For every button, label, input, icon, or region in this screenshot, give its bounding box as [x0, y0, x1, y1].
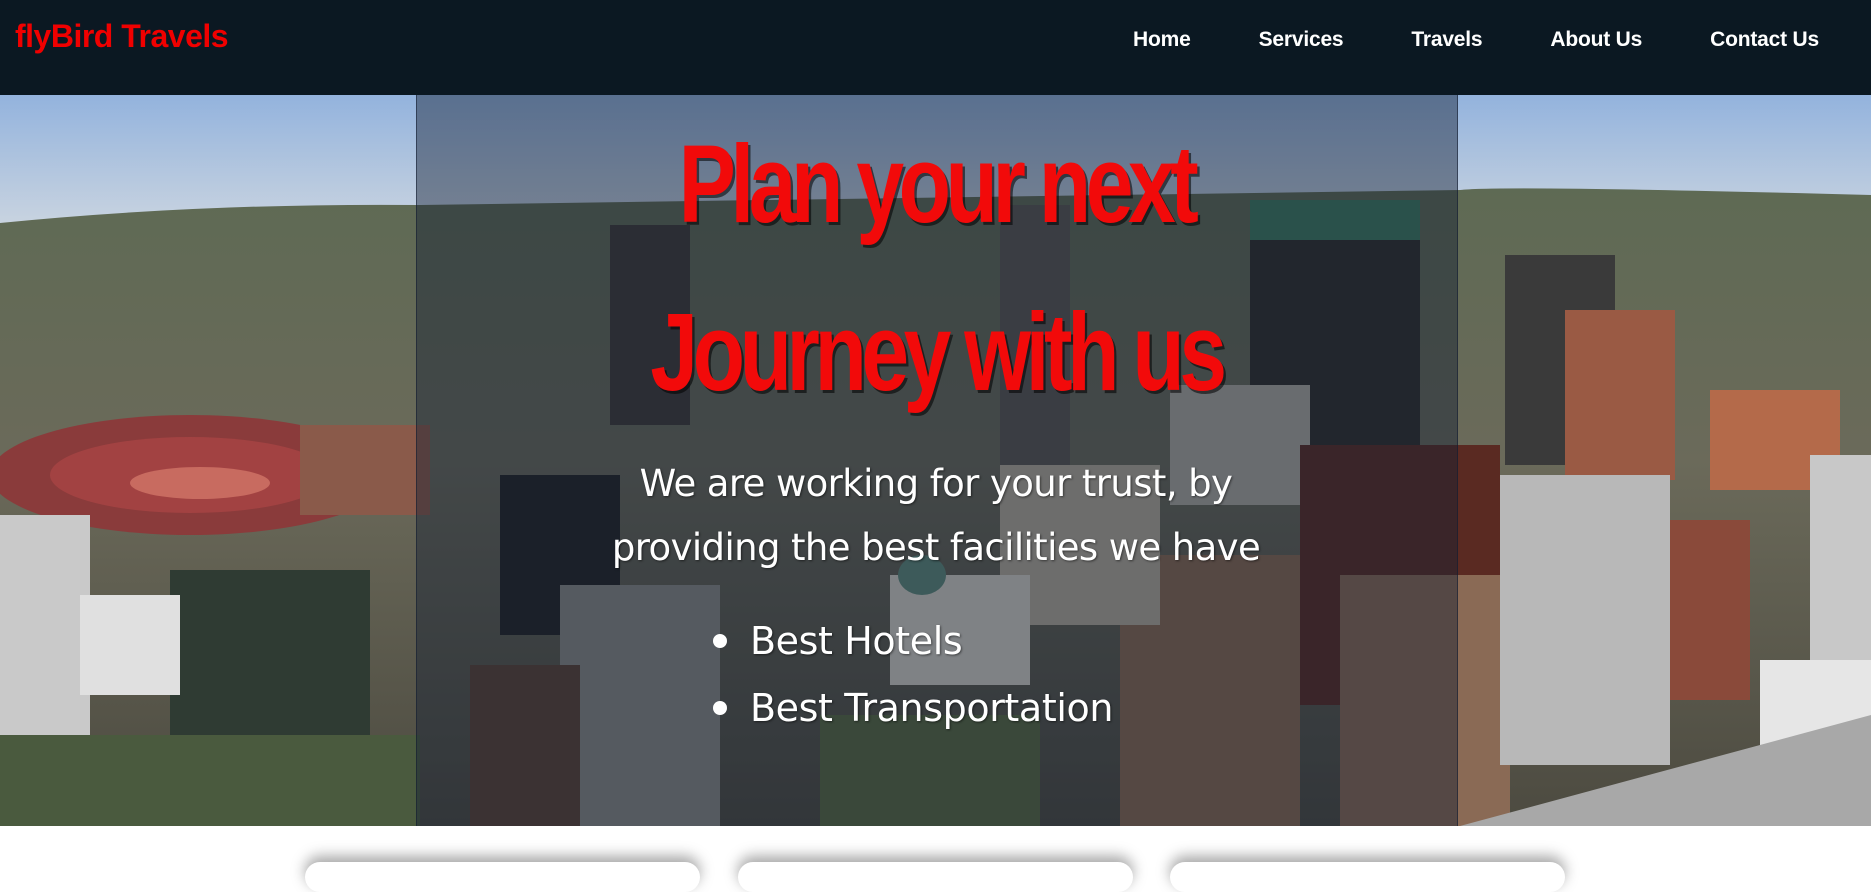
service-card[interactable] — [1170, 862, 1565, 892]
feature-label: Best Hotels — [750, 619, 963, 663]
nav-home-link[interactable]: Home — [1133, 28, 1191, 52]
hero-headline-line1: Plan your next — [678, 123, 1199, 246]
nav-links: Home Services Travels About Us Contact U… — [1065, 0, 1819, 80]
nav-about-link[interactable]: About Us — [1550, 28, 1642, 52]
navbar: flyBird Travels Home Services Travels Ab… — [0, 0, 1871, 95]
brand-logo[interactable]: flyBird Travels — [15, 18, 229, 55]
nav-contact-link[interactable]: Contact Us — [1710, 28, 1819, 52]
list-item: Best Transportation — [705, 675, 1113, 742]
feature-label: Best Transportation — [750, 686, 1114, 730]
service-card[interactable] — [738, 862, 1133, 892]
hero-feature-list: Best Hotels Best Transportation — [705, 608, 1113, 742]
hero-tagline: We are working for your trust, by provid… — [416, 452, 1456, 580]
hero-section: Plan your next Journey with us We are wo… — [0, 95, 1871, 826]
service-card[interactable] — [305, 862, 700, 892]
bullet-icon — [713, 701, 727, 715]
hero-headline-line2: Journey with us — [650, 291, 1227, 414]
hero-tagline-line2: providing the best facilities we have — [611, 526, 1261, 569]
list-item: Best Hotels — [705, 608, 1113, 675]
nav-travels-link[interactable]: Travels — [1411, 28, 1482, 52]
nav-services-link[interactable]: Services — [1259, 28, 1344, 52]
bullet-icon — [713, 634, 727, 648]
hero-tagline-line1: We are working for your trust, by — [639, 462, 1233, 505]
